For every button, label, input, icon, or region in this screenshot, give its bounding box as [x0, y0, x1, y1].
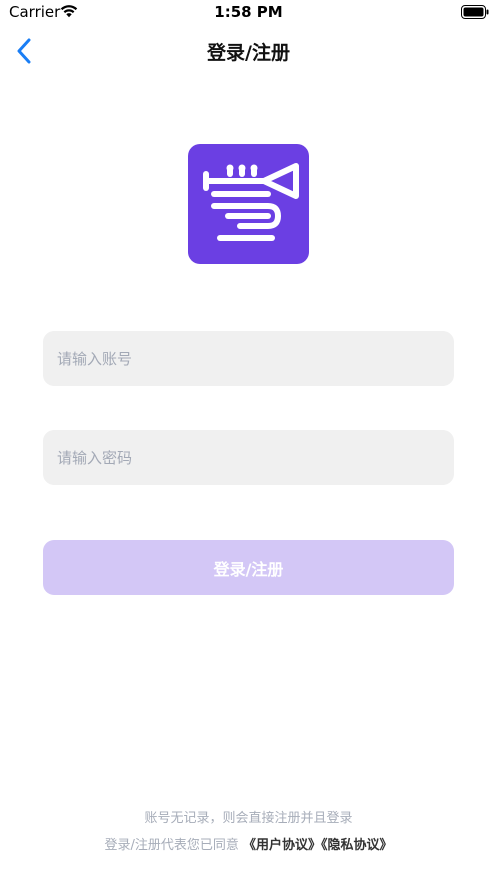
battery-icon	[461, 5, 489, 19]
status-time: 1:58 PM	[214, 3, 283, 21]
app-logo	[188, 144, 309, 264]
trumpet-logo-icon	[203, 163, 299, 241]
password-field[interactable]	[43, 430, 454, 485]
nav-bar: 登录/注册	[0, 26, 497, 76]
user-agreement-link[interactable]: 《用户协议》	[243, 838, 321, 853]
auto-register-note: 账号无记录，则会直接注册并且登录	[144, 811, 353, 826]
account-field[interactable]	[43, 331, 454, 386]
login-register-button[interactable]: 登录/注册	[43, 540, 454, 595]
agreement-line: 登录/注册代表您已同意 《用户协议》《隐私协议》	[0, 834, 497, 853]
login-screen: Carrier 1:58 PM 登录/注册 请输入账号 登录/注册 账号无记录，…	[0, 0, 497, 883]
agreement-prefix: 登录/注册代表您已同意	[104, 838, 239, 853]
page-title: 登录/注册	[207, 42, 290, 64]
password-input[interactable]	[43, 430, 454, 485]
privacy-policy-link[interactable]: 《隐私协议》	[321, 838, 393, 853]
account-input[interactable]	[43, 331, 454, 386]
status-bar: Carrier 1:58 PM	[0, 0, 497, 26]
